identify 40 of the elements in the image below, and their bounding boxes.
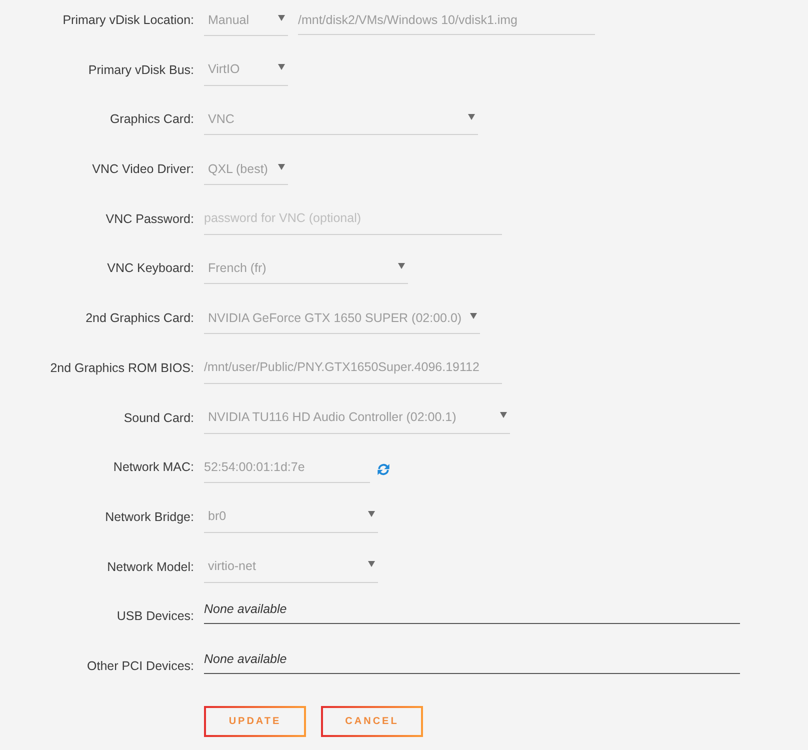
dropdown[interactable]: VirtIO (204, 54, 288, 86)
action-button[interactable]: CANCEL (321, 706, 423, 737)
caret-icon (278, 14, 285, 20)
field-label: VNC Password: (104, 210, 194, 227)
caret-icon (500, 412, 507, 418)
field-label: Other PCI Devices: (86, 658, 194, 674)
device-list-field: None available (204, 600, 740, 624)
dropdown[interactable]: br0 (204, 500, 378, 533)
field-label: VNC Video Driver: (91, 161, 194, 178)
text-field[interactable]: /mnt/disk2/VMs/Windows 10/vdisk1.img (298, 5, 595, 35)
dropdown[interactable]: Manual (204, 4, 288, 36)
field-label: Sound Card: (122, 410, 194, 426)
caret-icon (278, 164, 285, 170)
field-label: Primary vDisk Location: (62, 12, 194, 28)
field-label: USB Devices: (116, 608, 194, 624)
refresh-icon[interactable] (377, 462, 390, 476)
caret-icon (468, 114, 475, 120)
caret-icon (398, 262, 405, 269)
field-label: 2nd Graphics Card: (84, 310, 194, 326)
dropdown[interactable]: French (fr) (204, 252, 408, 284)
caret-icon (368, 511, 375, 518)
field-label: Network MAC: (112, 459, 194, 476)
dropdown[interactable]: VNC (204, 103, 478, 136)
text-field[interactable]: 52:54:00:01:1d:7e (204, 451, 370, 484)
action-button[interactable]: UPDATE (204, 706, 306, 737)
text-field[interactable]: /mnt/user/Public/PNY.GTX1650Super.4096.19112 (204, 352, 502, 384)
field-label: Primary vDisk Bus: (87, 62, 194, 78)
dropdown[interactable]: NVIDIA GeForce GTX 1650 SUPER (02:00.0) (204, 302, 480, 334)
caret-icon (470, 312, 477, 319)
dropdown[interactable]: virtio-net (204, 550, 378, 583)
field-label: VNC Keyboard: (106, 260, 194, 276)
field-label: 2nd Graphics ROM BIOS: (49, 360, 194, 376)
field-label: Network Model: (106, 558, 194, 575)
caret-icon (278, 64, 285, 70)
caret-icon (368, 561, 375, 568)
field-label: Network Bridge: (104, 508, 194, 525)
dropdown[interactable]: NVIDIA TU116 HD Audio Controller (02:00.1) (204, 402, 510, 434)
dropdown[interactable]: QXL (best) (204, 153, 288, 186)
device-list-field: None available (204, 650, 740, 674)
field-label: Graphics Card: (108, 111, 194, 128)
